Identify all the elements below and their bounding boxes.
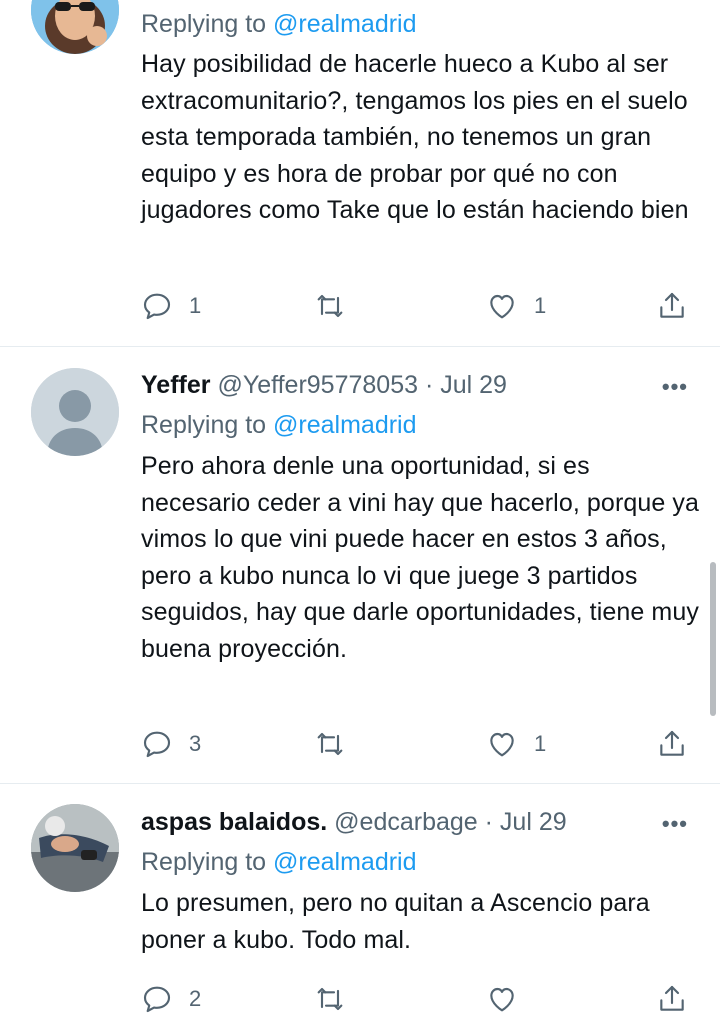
replying-to-label: Replying to (141, 10, 267, 38)
reply-icon (143, 986, 171, 1013)
tweet[interactable]: Yeffer @Yeffer95778053 · Jul 29 ••• Repl… (0, 347, 720, 783)
like-icon (490, 987, 514, 1012)
like-button[interactable]: 1 (486, 289, 546, 323)
tweet-actions: 2 (141, 982, 691, 1016)
like-button[interactable] (486, 982, 518, 1016)
share-icon (660, 730, 684, 756)
mention-link[interactable]: @realmadrid (273, 848, 416, 876)
like-icon (490, 732, 514, 757)
reply-icon (143, 293, 171, 320)
mention-link[interactable]: @realmadrid (273, 10, 416, 38)
replying-to: Replying to @realmadrid (141, 411, 417, 440)
retweet-button[interactable] (314, 727, 346, 761)
tweet-text: Pero ahora denle una oportunidad, si es … (141, 452, 700, 663)
avatar[interactable] (31, 368, 119, 456)
tweet-date[interactable]: · Jul 29 (485, 808, 567, 836)
scrollbar[interactable] (710, 562, 716, 716)
reply-button[interactable]: 2 (141, 982, 201, 1016)
reply-icon (143, 731, 171, 758)
tweet-actions: 3 1 (141, 727, 691, 761)
reply-button[interactable]: 1 (141, 289, 201, 323)
avatar[interactable] (31, 804, 119, 892)
share-button[interactable] (656, 289, 688, 323)
user-handle[interactable]: @edcarbage (334, 808, 478, 836)
default-avatar-icon (31, 368, 119, 456)
avatar[interactable] (31, 0, 119, 54)
avatar-photo (31, 804, 119, 892)
user-handle[interactable]: @Yeffer95778053 (217, 371, 418, 399)
share-button[interactable] (656, 727, 688, 761)
retweet-icon (317, 987, 343, 1011)
replying-to-label: Replying to (141, 411, 267, 439)
share-button[interactable] (656, 982, 688, 1016)
share-icon (660, 985, 684, 1011)
like-icon (490, 294, 514, 319)
tweet-text: Hay posibilidad de hacerle hueco a Kubo … (141, 50, 689, 224)
display-name[interactable]: Yeffer (141, 371, 210, 399)
reply-count: 2 (189, 986, 202, 1011)
replying-to-label: Replying to (141, 848, 267, 876)
retweet-icon (317, 294, 343, 318)
more-icon[interactable]: ••• (662, 374, 688, 400)
tweet-actions: 1 1 (141, 289, 691, 323)
display-name[interactable]: aspas balaidos. (141, 808, 327, 836)
tweet-text: Lo presumen, pero no quitan a Ascencio p… (141, 889, 650, 954)
like-count: 1 (534, 731, 547, 756)
reply-count: 3 (189, 731, 202, 756)
reply-count: 1 (189, 293, 202, 318)
retweet-button[interactable] (314, 982, 346, 1016)
retweet-icon (317, 732, 343, 756)
tweet[interactable]: aspas balaidos. @edcarbage · Jul 29 ••• … (0, 784, 720, 1013)
retweet-button[interactable] (314, 289, 346, 323)
tweet-header: aspas balaidos. @edcarbage · Jul 29 (141, 808, 567, 837)
replying-to: Replying to @realmadrid (141, 848, 417, 877)
reply-button[interactable]: 3 (141, 727, 201, 761)
tweet[interactable]: Replying to @realmadrid Hay posibilidad … (0, 0, 720, 346)
replying-to: Replying to @realmadrid (141, 10, 417, 39)
avatar-photo (31, 0, 119, 54)
tweet-header: Yeffer @Yeffer95778053 · Jul 29 (141, 371, 507, 400)
share-icon (660, 292, 684, 318)
like-count: 1 (534, 293, 547, 318)
more-icon[interactable]: ••• (662, 811, 688, 837)
like-button[interactable]: 1 (486, 727, 546, 761)
tweet-date[interactable]: · Jul 29 (425, 371, 507, 399)
mention-link[interactable]: @realmadrid (273, 411, 416, 439)
